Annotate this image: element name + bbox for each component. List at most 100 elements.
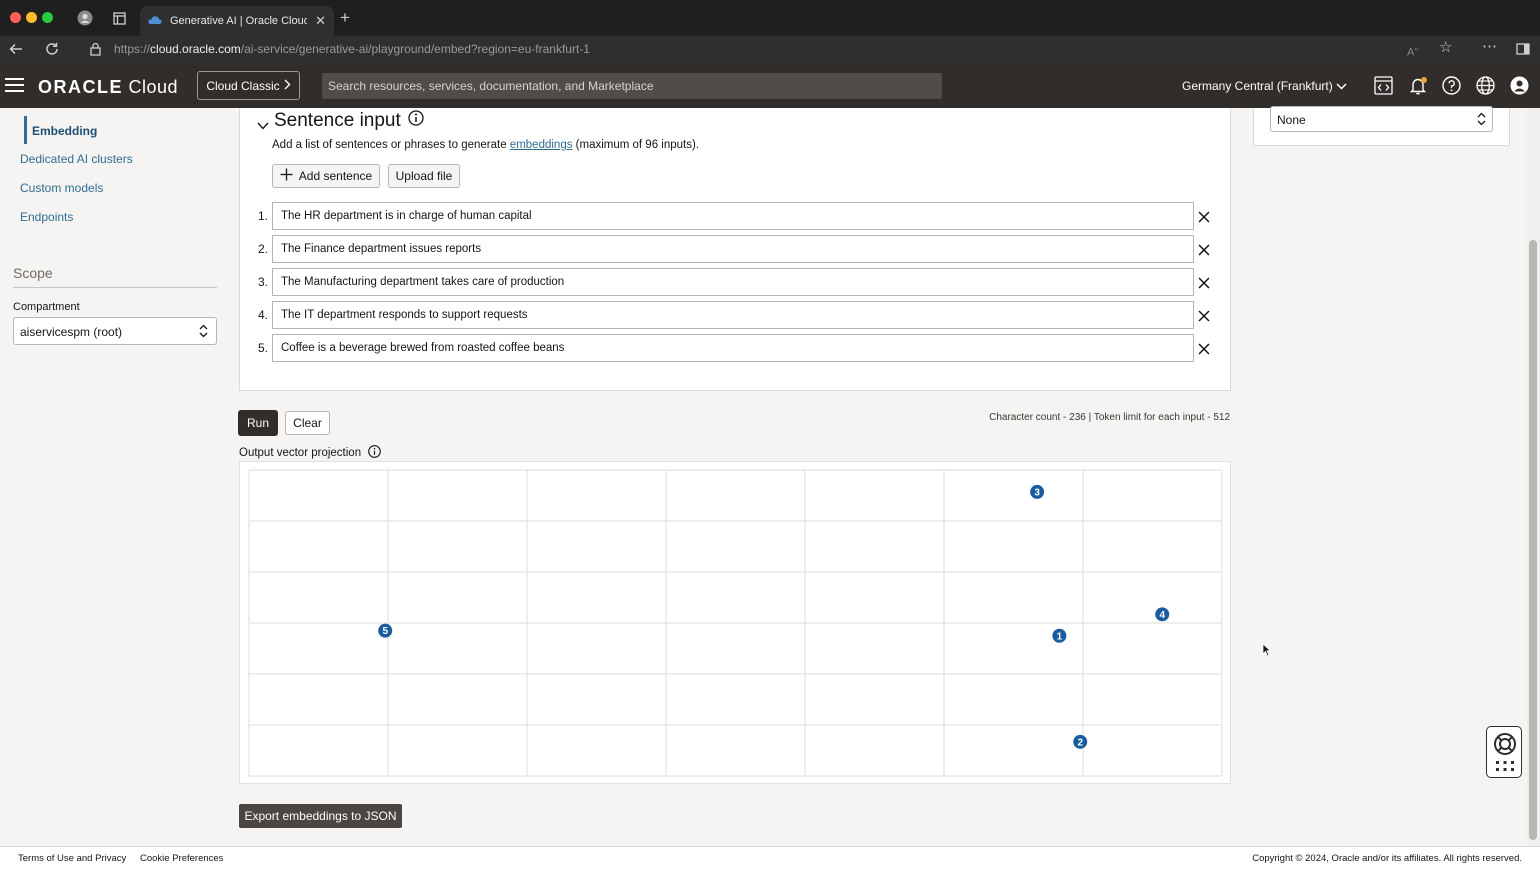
more-options-icon[interactable]: ⋯ xyxy=(1482,39,1497,54)
language-globe-icon[interactable] xyxy=(1476,76,1496,96)
sentence-number: 3. xyxy=(257,275,268,289)
section-description: Add a list of sentences or phrases to ge… xyxy=(272,139,699,151)
compartment-label: Compartment xyxy=(13,301,80,313)
info-icon[interactable] xyxy=(408,110,424,132)
scope-heading: Scope xyxy=(13,265,53,281)
projection-label-text: Output vector projection xyxy=(239,447,362,460)
plus-icon xyxy=(280,168,293,184)
remove-sentence-icon[interactable] xyxy=(1196,275,1212,291)
search-input[interactable]: Search resources, services, documentatio… xyxy=(322,73,942,99)
cloud-classic-label: Cloud Classic xyxy=(206,78,280,93)
scatter-point-1[interactable]: 1 xyxy=(1052,628,1067,643)
mouse-cursor-icon xyxy=(1262,643,1272,660)
remove-sentence-icon[interactable] xyxy=(1196,242,1212,258)
lock-icon[interactable] xyxy=(90,42,101,58)
section-title-text: Sentence input xyxy=(274,110,401,132)
compartment-value: aiservicespm (root) xyxy=(20,325,123,339)
cloud-classic-button[interactable]: Cloud Classic xyxy=(197,71,300,100)
scatter-point-label: 4 xyxy=(1159,610,1165,621)
nav-item-dedicated-ai-clusters[interactable]: Dedicated AI clusters xyxy=(20,152,133,166)
notifications-bell-icon[interactable] xyxy=(1409,76,1429,96)
minimize-window-button[interactable] xyxy=(26,12,37,23)
help-icon[interactable] xyxy=(1442,76,1462,96)
logo-cloud: Cloud xyxy=(123,77,179,97)
maximize-window-button[interactable] xyxy=(42,12,53,23)
user-profile-icon[interactable] xyxy=(1510,76,1530,96)
new-tab-icon[interactable]: + xyxy=(340,9,350,26)
sentence-number: 2. xyxy=(257,242,268,256)
sentence-input-2[interactable]: The Finance department issues reports xyxy=(272,235,1194,263)
favorite-star-icon[interactable]: ☆ xyxy=(1439,40,1452,55)
tab-generative-ai[interactable]: Generative AI | Oracle Cloud In ✕ xyxy=(140,6,334,36)
scatter-point-label: 5 xyxy=(382,626,388,637)
info-icon[interactable] xyxy=(368,445,382,461)
scatter-plot: 1 2 3 4 5 xyxy=(248,469,1223,777)
vector-projection-chart: 1 2 3 4 5 xyxy=(239,461,1231,784)
scope-divider xyxy=(13,287,217,288)
scrollbar-thumb[interactable] xyxy=(1529,240,1537,840)
add-sentence-button[interactable]: Add sentence xyxy=(272,164,380,188)
hamburger-menu-icon[interactable] xyxy=(5,77,25,97)
remove-sentence-icon[interactable] xyxy=(1196,209,1212,225)
console-header: ORACLE Cloud Cloud Classic Search resour… xyxy=(0,64,1540,108)
back-arrow-icon[interactable] xyxy=(9,42,23,58)
close-tab-icon[interactable]: ✕ xyxy=(315,13,326,29)
scatter-point-label: 3 xyxy=(1034,487,1040,498)
sentence-input-1[interactable]: The HR department is in charge of human … xyxy=(272,202,1194,230)
scatter-point-4[interactable]: 4 xyxy=(1155,607,1170,622)
read-aloud-icon[interactable]: A» xyxy=(1407,43,1418,60)
sentence-input-3[interactable]: The Manufacturing department takes care … xyxy=(272,268,1194,296)
support-widget[interactable] xyxy=(1486,726,1522,778)
add-sentence-label: Add sentence xyxy=(298,169,373,183)
reload-icon[interactable] xyxy=(45,42,59,58)
tab-actions-icon[interactable] xyxy=(113,12,126,27)
close-window-button[interactable] xyxy=(10,12,21,23)
url-field[interactable]: https://cloud.oracle.com/ai-service/gene… xyxy=(114,42,590,56)
character-count: Character count - 236 | Token limit for … xyxy=(989,412,1230,423)
nav-item-custom-models[interactable]: Custom models xyxy=(20,181,103,195)
run-button[interactable]: Run xyxy=(238,410,278,436)
oracle-cloud-favicon-icon xyxy=(148,15,162,28)
collapse-chevron-icon[interactable] xyxy=(257,119,269,133)
active-nav-indicator xyxy=(24,116,27,144)
parameter-select-value: None xyxy=(1277,113,1306,127)
sentence-number: 4. xyxy=(257,308,268,322)
parameter-select[interactable]: None xyxy=(1270,106,1493,132)
region-selector[interactable]: Germany Central (Frankfurt) xyxy=(1182,79,1347,93)
scatter-point-2[interactable]: 2 xyxy=(1073,734,1088,749)
url-scheme: https:// xyxy=(114,42,151,56)
nav-item-endpoints[interactable]: Endpoints xyxy=(20,210,73,224)
scatter-point-5[interactable]: 5 xyxy=(378,623,393,638)
scatter-point-label: 2 xyxy=(1077,737,1083,748)
upload-file-button[interactable]: Upload file xyxy=(388,164,460,188)
copyright-text: Copyright © 2024, Oracle and/or its affi… xyxy=(1252,853,1522,864)
browser-tab-bar: Generative AI | Oracle Cloud In ✕ + xyxy=(0,0,1540,36)
export-json-button[interactable]: Export embeddings to JSON xyxy=(239,804,402,828)
address-bar: https://cloud.oracle.com/ai-service/gene… xyxy=(0,36,1540,64)
page-footer: Terms of Use and Privacy Cookie Preferen… xyxy=(0,846,1540,871)
profile-icon[interactable] xyxy=(77,10,93,28)
chevron-right-icon xyxy=(284,79,291,93)
remove-sentence-icon[interactable] xyxy=(1196,308,1212,324)
region-label: Germany Central (Frankfurt) xyxy=(1182,79,1333,93)
projection-label: Output vector projection xyxy=(239,445,382,461)
desc-text-before: Add a list of sentences or phrases to ge… xyxy=(272,139,510,151)
clear-button[interactable]: Clear xyxy=(285,411,330,435)
compartment-select[interactable]: aiservicespm (root) xyxy=(13,317,217,345)
remove-sentence-icon[interactable] xyxy=(1196,341,1212,357)
oracle-cloud-logo[interactable]: ORACLE Cloud xyxy=(38,77,178,98)
url-path: /ai-service/generative-ai/playground/emb… xyxy=(240,42,590,56)
scatter-point-3[interactable]: 3 xyxy=(1030,484,1045,499)
url-host: cloud.oracle.com xyxy=(150,42,241,56)
sidebar-toggle-icon[interactable] xyxy=(1516,43,1530,57)
embeddings-link[interactable]: embeddings xyxy=(510,139,573,151)
select-updown-icon xyxy=(199,324,208,341)
code-editor-icon[interactable] xyxy=(1374,76,1394,96)
nav-item-embedding[interactable]: Embedding xyxy=(32,124,97,138)
cookie-preferences-link[interactable]: Cookie Preferences xyxy=(140,853,223,864)
scatter-point-label: 1 xyxy=(1057,631,1063,642)
sentence-input-4[interactable]: The IT department responds to support re… xyxy=(272,301,1194,329)
lifebuoy-icon xyxy=(1493,732,1517,759)
sentence-input-5[interactable]: Coffee is a beverage brewed from roasted… xyxy=(272,334,1194,362)
terms-link[interactable]: Terms of Use and Privacy xyxy=(18,853,126,864)
